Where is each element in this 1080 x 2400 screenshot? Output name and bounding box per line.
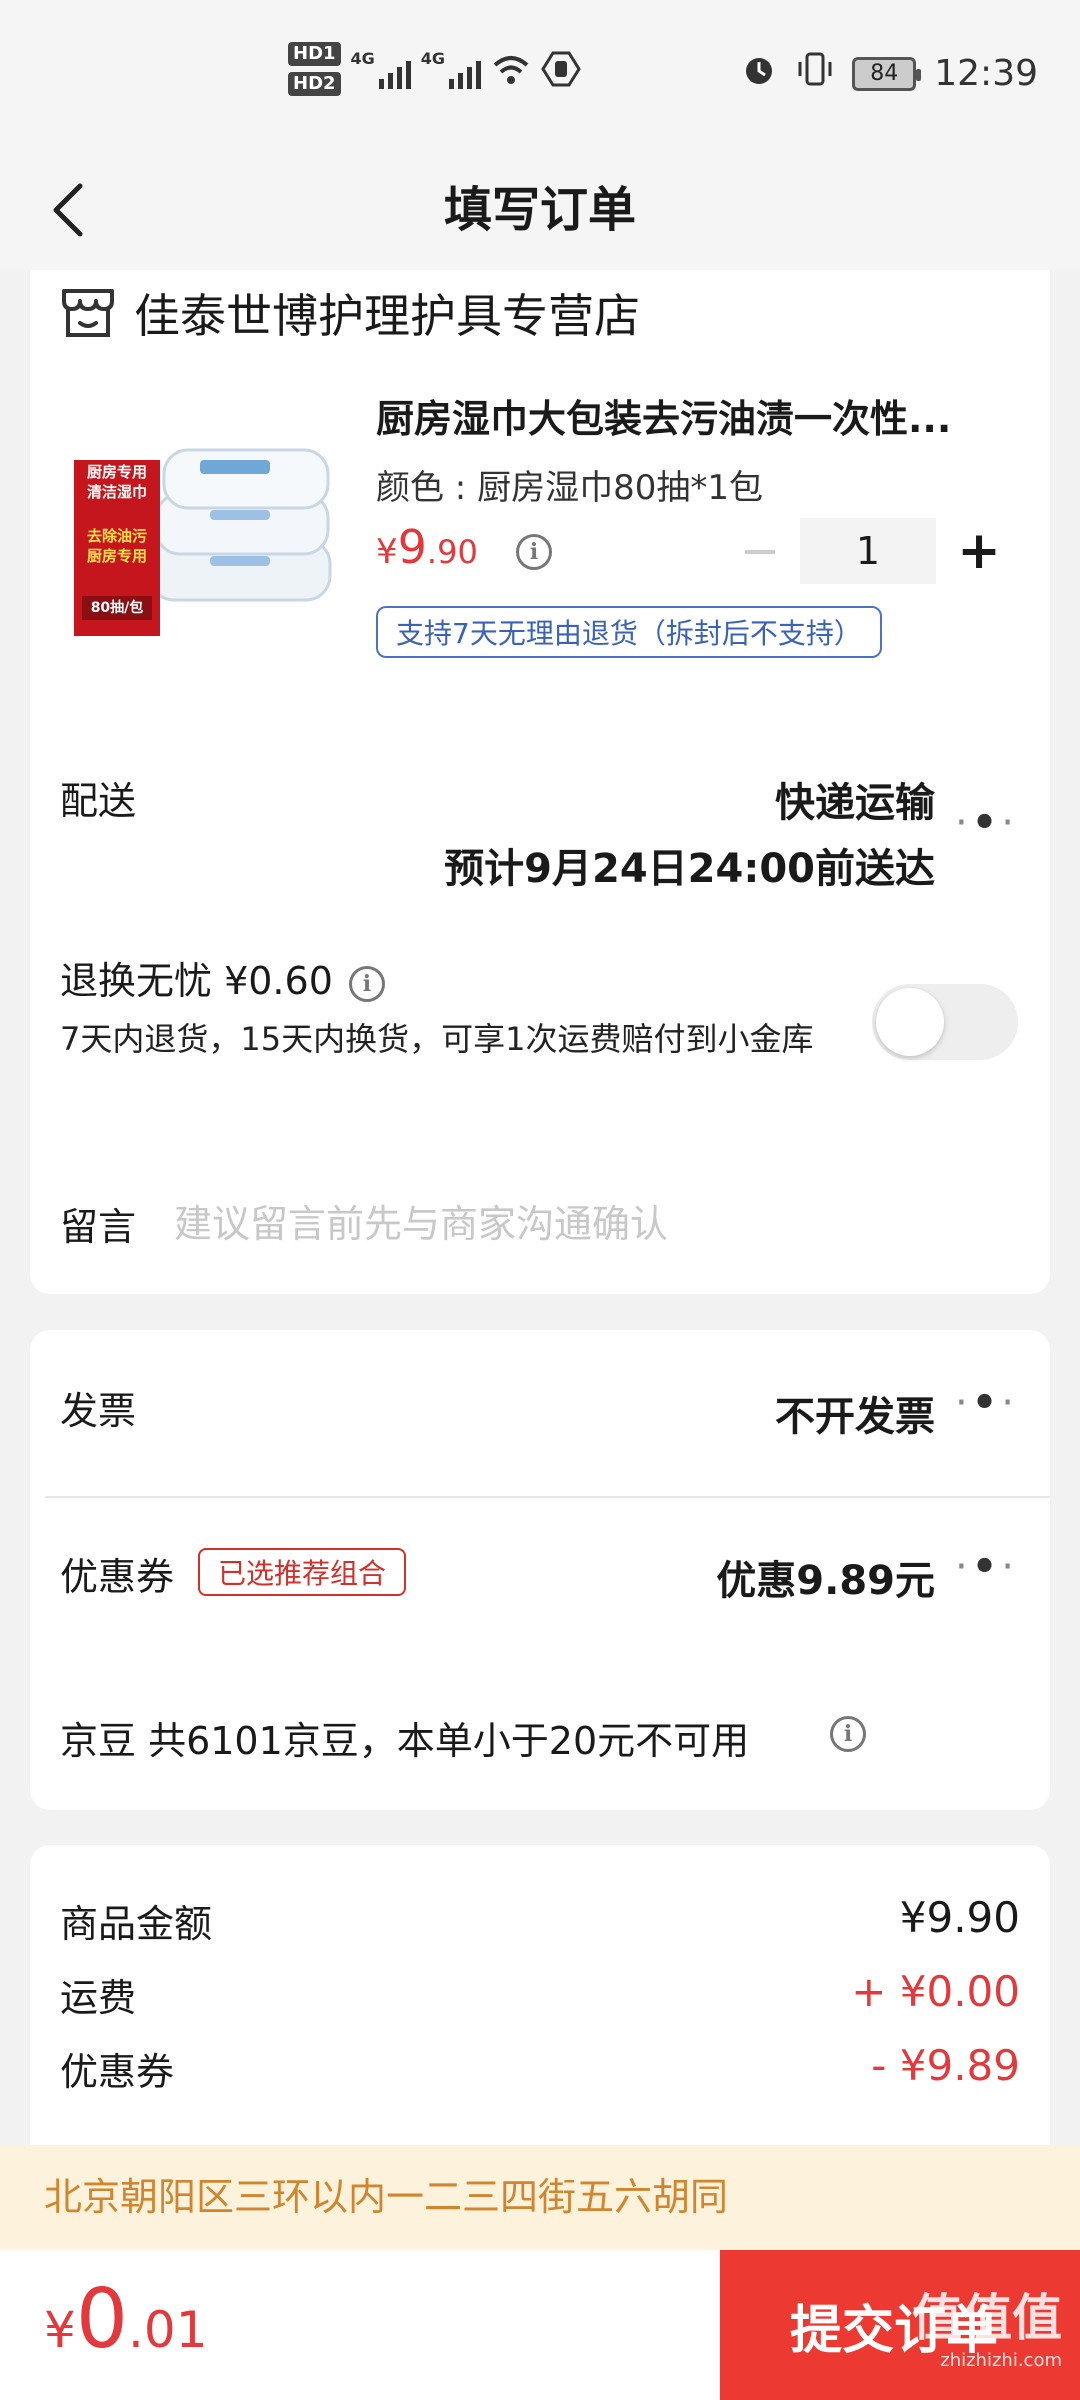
signal2-icon: 4G <box>420 49 482 89</box>
product-title[interactable]: 厨房湿巾大包装去污油渍一次性... <box>376 388 1046 443</box>
total-dec: .01 <box>127 2301 208 2359</box>
summary-label-coupon: 优惠券 <box>60 2050 175 2094</box>
status-left: HD1 HD2 4G 4G <box>288 42 581 96</box>
price-dec: .90 <box>426 533 478 571</box>
price-summary-card: 商品金额 ¥9.90 运费 + ¥0.00 优惠券 - ¥9.89 <box>30 1845 1050 2145</box>
hd2-badge: HD2 <box>288 72 341 96</box>
signal1-icon: 4G <box>351 49 411 89</box>
coupon-tag: 已选推荐组合 <box>198 1548 407 1596</box>
message-label: 留言 <box>60 1205 137 1249</box>
increase-button[interactable]: + <box>936 521 1022 581</box>
store-header[interactable]: 佳泰世博护理护具专营店 <box>60 280 640 346</box>
delivery-more-icon[interactable]: ·•· <box>955 800 1018 846</box>
total-int: 0 <box>75 2272 128 2367</box>
hand-icon <box>541 49 581 89</box>
delivery-label: 配送 <box>60 779 137 823</box>
toggle-knob <box>876 988 944 1056</box>
invoice-label: 发票 <box>60 1389 137 1433</box>
coupon-label: 优惠券 <box>60 1555 175 1599</box>
price-info-icon[interactable]: i <box>516 534 552 570</box>
status-bar: HD1 HD2 4G 4G 84 12:39 <box>0 0 1080 150</box>
wifi-icon <box>491 49 531 89</box>
store-name: 佳泰世博护理护具专营店 <box>134 289 640 343</box>
network1-label: 4G <box>350 49 375 68</box>
summary-label-goods: 商品金额 <box>60 1902 213 1946</box>
hd1-badge: HD1 <box>288 42 341 66</box>
clock-time: 12:39 <box>934 53 1038 94</box>
summary-label-shipping: 运费 <box>60 1976 137 2020</box>
wipes-pack-illustration <box>148 448 332 602</box>
summary-value-shipping: + ¥0.00 <box>851 1967 1020 2016</box>
title-bar: 填写订单 <box>0 150 1080 270</box>
store-icon <box>62 289 114 337</box>
image-label-top: 厨房专用 清洁湿巾 <box>86 463 147 501</box>
battery-icon: 84 <box>852 56 922 91</box>
price-symbol: ¥ <box>376 532 398 572</box>
coupon-more-icon[interactable]: ·•· <box>955 1544 1018 1590</box>
coupon-value[interactable]: 优惠9.89元 <box>716 1548 935 1606</box>
watermark-logo: 值值值 zhizhizhi.com <box>912 2278 1062 2371</box>
watermark-text: 值值值 <box>912 2289 1062 2347</box>
return-worry-label: 退换无忧 ¥0.60 <box>60 959 333 1003</box>
return-worry-toggle[interactable] <box>872 984 1018 1060</box>
return-worry-title: 退换无忧 ¥0.60 i <box>60 950 385 1005</box>
price-int: 9 <box>397 520 427 574</box>
invoice-value[interactable]: 不开发票 <box>775 1384 935 1442</box>
address-text: 北京朝阳区三环以内一二三四街五六胡同 <box>44 2175 729 2219</box>
hd-indicators: HD1 HD2 <box>288 42 341 96</box>
alarm-icon <box>740 50 778 97</box>
product-spec: 颜色 : 厨房湿巾80抽*1包 <box>376 468 763 508</box>
return-worry-info-icon[interactable]: i <box>348 965 385 1002</box>
message-input[interactable] <box>174 1192 1014 1256</box>
product-image[interactable]: 厨房专用 清洁湿巾 去除油污 厨房专用 80抽/包 <box>60 390 350 660</box>
vibrate-icon <box>796 50 834 97</box>
jingdou-text: 京豆 共6101京豆，本单小于20元不可用 <box>60 1719 750 1763</box>
quantity-value[interactable]: 1 <box>800 518 936 584</box>
network2-label: 4G <box>420 49 446 68</box>
total-price: ¥0.01 <box>44 2272 208 2367</box>
order-card: 佳泰世博护理护具专营店 厨房专用 清洁湿巾 去除油污 厨房专用 80抽/包 厨房… <box>30 270 1050 1294</box>
return-policy-badge: 支持7天无理由退货（拆封后不支持） <box>376 606 882 658</box>
divider <box>45 1496 1050 1498</box>
delivery-eta[interactable]: 预计9月24日24:00前送达 <box>444 836 935 894</box>
image-label-middle: 去除油污 厨房专用 <box>86 527 147 565</box>
address-bar[interactable]: 北京朝阳区三环以内一二三四街五六胡同 <box>0 2145 1080 2250</box>
status-right: 84 12:39 <box>740 50 1038 97</box>
page-title: 填写订单 <box>443 182 636 238</box>
quantity-stepper: − 1 + <box>720 518 1022 584</box>
summary-value-coupon: - ¥9.89 <box>871 2041 1020 2090</box>
summary-value-goods: ¥9.90 <box>899 1893 1020 1942</box>
invoice-coupon-card: 发票 不开发票 ·•· 优惠券 已选推荐组合 优惠9.89元 ·•· 京豆 共6… <box>30 1330 1050 1810</box>
total-symbol: ¥ <box>44 2301 76 2359</box>
decrease-button[interactable]: − <box>720 523 800 579</box>
delivery-method[interactable]: 快递运输 <box>775 770 935 828</box>
jingdou-info-icon[interactable]: i <box>830 1716 866 1752</box>
return-worry-desc: 7天内退货，15天内换货，可享1次运费赔付到小金库 <box>60 1020 814 1058</box>
invoice-more-icon[interactable]: ·•· <box>955 1380 1018 1426</box>
product-price: ¥9.90 i <box>376 520 552 574</box>
watermark-site: zhizhizhi.com <box>940 2350 1062 2371</box>
image-label-bottom: 80抽/包 <box>82 596 152 620</box>
